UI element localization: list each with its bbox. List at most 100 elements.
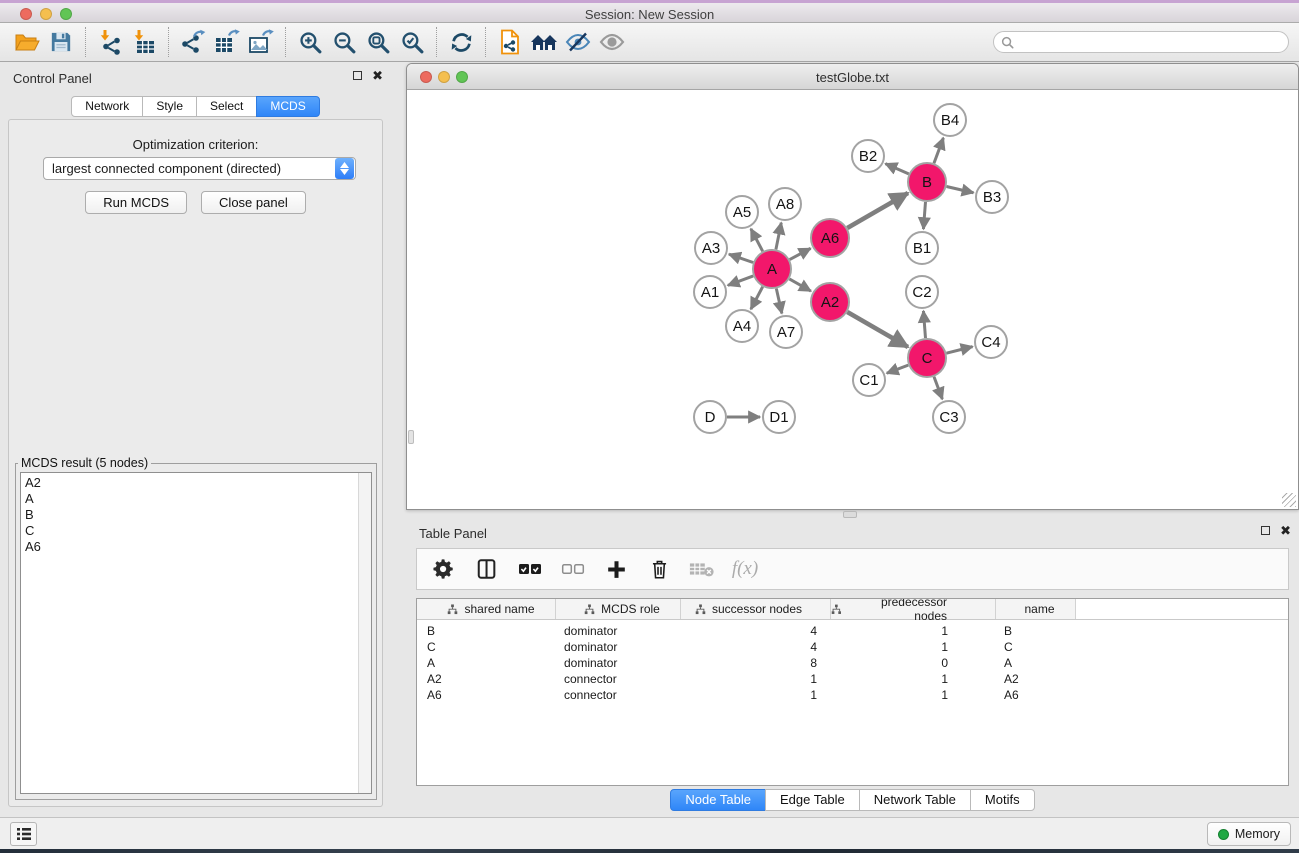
table-row[interactable]: A2connector11A2 [417, 671, 1288, 687]
graph-edge-A-A1[interactable] [728, 276, 753, 285]
table-cell[interactable]: 8 [681, 656, 831, 670]
table-cell[interactable]: 4 [681, 624, 831, 638]
table-cell[interactable]: A [996, 656, 1076, 670]
first-neighbors-icon[interactable] [527, 26, 561, 58]
graph-node-C[interactable]: C [908, 339, 946, 377]
save-session-icon[interactable] [44, 26, 78, 58]
graph-edge-C-C1[interactable] [887, 365, 909, 373]
table-cell[interactable]: 1 [831, 624, 996, 638]
scrollbar-track[interactable] [358, 473, 371, 793]
graph-edge-C-C4[interactable] [946, 347, 972, 354]
delete-columns-icon[interactable] [646, 556, 672, 582]
graph-node-B2[interactable]: B2 [852, 140, 884, 172]
table-cell[interactable]: 0 [831, 656, 996, 670]
tab-node-table[interactable]: Node Table [670, 789, 766, 811]
run-mcds-button[interactable]: Run MCDS [85, 191, 187, 214]
zoom-selected-icon[interactable] [395, 26, 429, 58]
graph-node-A1[interactable]: A1 [694, 276, 726, 308]
graph-node-C4[interactable]: C4 [975, 326, 1007, 358]
mcds-result-item[interactable]: A [25, 491, 371, 507]
open-file-icon[interactable] [10, 26, 44, 58]
refresh-view-icon[interactable] [444, 26, 478, 58]
graph-edge-A-A3[interactable] [729, 254, 753, 262]
table-cell[interactable]: A6 [996, 688, 1076, 702]
table-row[interactable]: A6connector11A6 [417, 687, 1288, 703]
tab-edge-table[interactable]: Edge Table [765, 789, 860, 811]
graph-edge-B-B2[interactable] [885, 164, 908, 174]
import-network-icon[interactable] [93, 26, 127, 58]
tab-network-table[interactable]: Network Table [859, 789, 971, 811]
delete-table-icon[interactable] [689, 556, 715, 582]
graph-edge-A-A8[interactable] [776, 223, 781, 250]
table-cell[interactable]: connector [556, 672, 681, 686]
graph-edge-C-C2[interactable] [923, 311, 925, 338]
table-cell[interactable]: A [417, 656, 556, 670]
zoom-in-icon[interactable] [293, 26, 327, 58]
table-cell[interactable]: A2 [996, 672, 1076, 686]
column-header-predecessor-nodes[interactable]: predecessor nodes [831, 599, 996, 619]
graph-edge-A-A5[interactable] [751, 229, 763, 251]
column-header-name[interactable]: name [996, 599, 1076, 619]
network-canvas[interactable]: B4B2BB3A8A5A6A3B1AA1C2A2A4A7C4CC1C3DD1 [407, 90, 1298, 509]
graph-edge-C-C3[interactable] [934, 377, 942, 399]
table-cell[interactable]: 1 [831, 640, 996, 654]
table-row[interactable]: Bdominator41B [417, 623, 1288, 639]
table-cell[interactable]: dominator [556, 624, 681, 638]
mcds-result-list[interactable]: A2ABCA6 [20, 472, 372, 794]
resize-grip-icon[interactable] [1282, 493, 1296, 507]
graph-node-A2[interactable]: A2 [811, 283, 849, 321]
export-table-icon[interactable] [210, 26, 244, 58]
table-cell[interactable]: 1 [831, 688, 996, 702]
graph-edge-B-B4[interactable] [934, 138, 943, 163]
table-cell[interactable]: connector [556, 688, 681, 702]
graph-edge-A-A7[interactable] [776, 289, 782, 314]
splitter-grip[interactable] [843, 511, 857, 518]
column-header-MCDS-role[interactable]: MCDS role [556, 599, 681, 619]
close-panel-icon[interactable]: ✖ [1280, 526, 1291, 535]
graph-edge-B-B3[interactable] [946, 186, 973, 192]
graph-node-A4[interactable]: A4 [726, 310, 758, 342]
graph-node-A6[interactable]: A6 [811, 219, 849, 257]
mcds-result-item[interactable]: A6 [25, 539, 371, 555]
tab-select[interactable]: Select [196, 96, 257, 117]
graph-node-D1[interactable]: D1 [763, 401, 795, 433]
show-all-icon[interactable] [595, 26, 629, 58]
tab-network[interactable]: Network [71, 96, 143, 117]
graph-node-C3[interactable]: C3 [933, 401, 965, 433]
graph-node-A8[interactable]: A8 [769, 188, 801, 220]
mcds-result-item[interactable]: C [25, 523, 371, 539]
table-row[interactable]: Cdominator41C [417, 639, 1288, 655]
graph-node-A5[interactable]: A5 [726, 196, 758, 228]
criterion-select[interactable]: largest connected component (directed) [43, 157, 356, 180]
function-builder-icon[interactable]: f(x) [732, 556, 758, 582]
tab-style[interactable]: Style [142, 96, 197, 117]
splitter-grip[interactable] [408, 430, 414, 444]
export-image-icon[interactable] [244, 26, 278, 58]
table-cell[interactable]: B [417, 624, 556, 638]
column-header-shared-name[interactable]: shared name [417, 599, 556, 619]
create-column-icon[interactable] [603, 556, 629, 582]
graph-edge-A-A2[interactable] [789, 279, 810, 291]
table-cell[interactable]: B [996, 624, 1076, 638]
import-table-icon[interactable] [127, 26, 161, 58]
table-cell[interactable]: C [996, 640, 1076, 654]
graph-edge-A6-B[interactable] [847, 193, 908, 228]
graph-node-C1[interactable]: C1 [853, 364, 885, 396]
table-cell[interactable]: A6 [417, 688, 556, 702]
tab-motifs[interactable]: Motifs [970, 789, 1035, 811]
mcds-result-item[interactable]: A2 [25, 475, 371, 491]
search-input[interactable] [1019, 34, 1281, 50]
close-panel-button[interactable]: Close panel [201, 191, 306, 214]
float-panel-icon[interactable] [1261, 526, 1270, 535]
float-panel-icon[interactable] [353, 71, 362, 80]
table-cell[interactable]: C [417, 640, 556, 654]
hide-selected-icon[interactable] [561, 26, 595, 58]
select-all-columns-icon[interactable] [517, 556, 543, 582]
table-cell[interactable]: 4 [681, 640, 831, 654]
graph-node-B3[interactable]: B3 [976, 181, 1008, 213]
graph-edge-A2-C[interactable] [847, 312, 908, 347]
table-cell[interactable]: 1 [681, 672, 831, 686]
graph-node-B[interactable]: B [908, 163, 946, 201]
graph-edge-B-B1[interactable] [923, 202, 925, 229]
mcds-result-item[interactable]: B [25, 507, 371, 523]
